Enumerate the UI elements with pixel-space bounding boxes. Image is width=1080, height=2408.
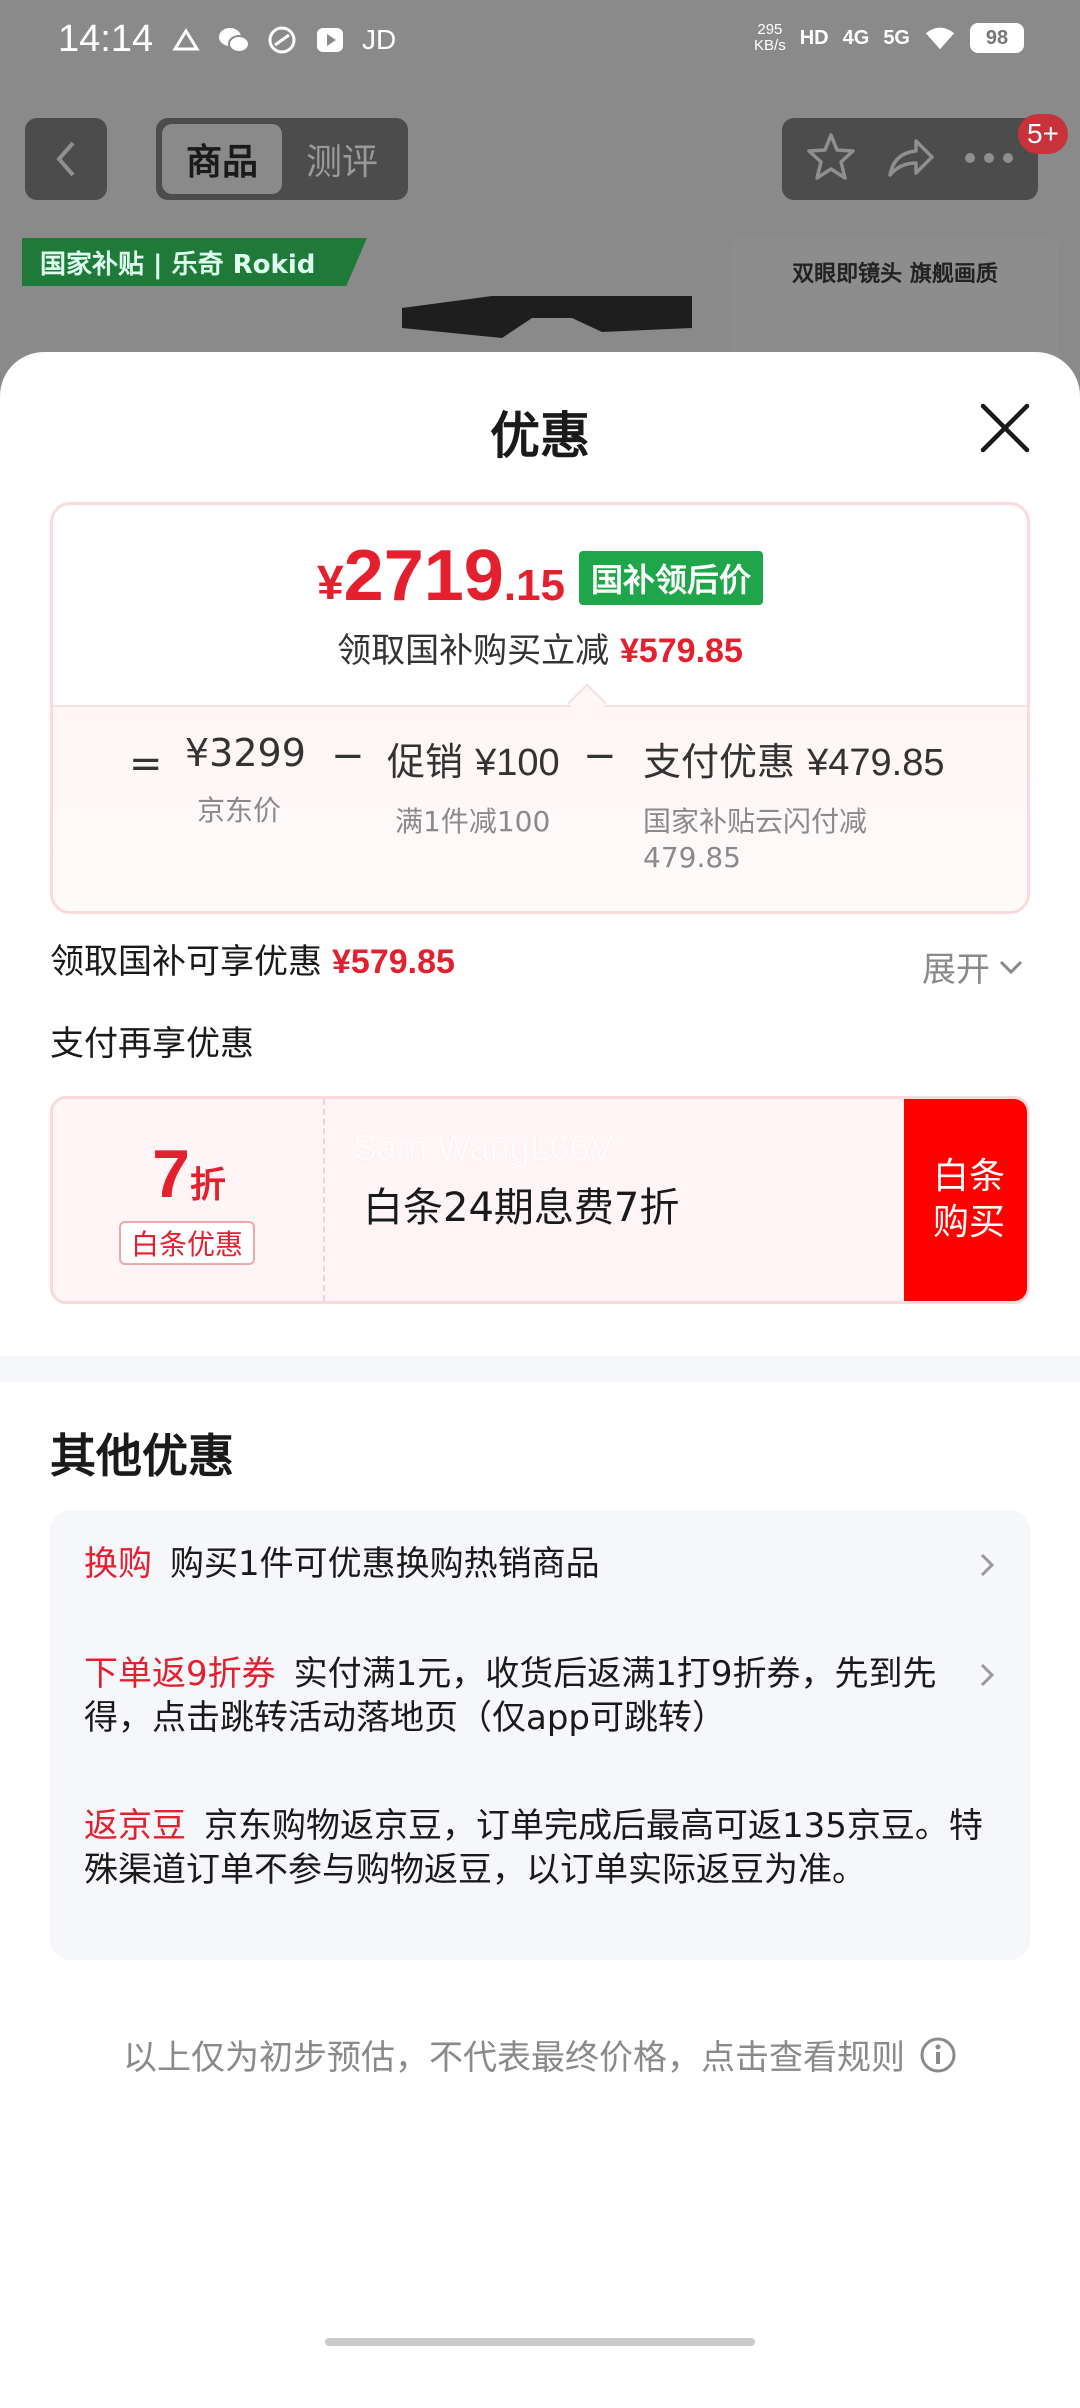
baitiao-buy-button[interactable]: 白条 购买: [904, 1099, 1027, 1301]
background-page: 14:14 JD 295 KB/s HD 4G 5G 98 商品 测评 5+ 国…: [0, 0, 1080, 400]
jd-label: JD: [362, 24, 397, 55]
price-decimal: .15: [503, 561, 566, 610]
baitiao-offer-text: 白条24期息费7折: [363, 1185, 680, 1231]
pay-more-heading: 支付再享优惠: [50, 1024, 254, 1064]
price-summary-card: ¥ 2719 .15 国补领后价 领取国补购买立减 ¥579.85 = ¥329…: [50, 502, 1030, 914]
status-bar: 14:14 JD 295 KB/s HD 4G 5G 98: [0, 0, 1080, 82]
tab-review[interactable]: 测评: [282, 124, 402, 194]
close-icon[interactable]: [975, 398, 1035, 458]
jd-price-item: ¥3299 京东价: [185, 731, 306, 827]
minus-sign: −: [583, 733, 617, 779]
product-tabs: 商品 测评: [156, 118, 408, 200]
price-saving-text: 领取国补购买立减 ¥579.85: [337, 631, 743, 671]
payment-discount-item: 支付优惠 ¥479.85 国家补贴云闪付减 479.85: [643, 740, 945, 874]
more-icon[interactable]: [963, 150, 1015, 169]
price-integer: 2719: [343, 536, 504, 616]
signal-5g-icon: 5G: [883, 26, 910, 49]
subsidy-banner: 国家补贴 | 乐奇 Rokid: [22, 238, 367, 286]
info-icon: [920, 2037, 956, 2072]
minus-sign: −: [331, 733, 365, 779]
saving-amount: ¥579.85: [619, 632, 743, 670]
watermark: Sam.WangL66V: [353, 1127, 614, 1168]
promo-item: 促销 ¥100 满1件减100: [387, 740, 560, 838]
section-divider: [0, 1356, 1080, 1382]
wifi-icon: [924, 22, 956, 54]
price-breakdown: = ¥3299 京东价 − 促销 ¥100 满1件减100 − 支付优惠 ¥47…: [53, 705, 1027, 911]
subsidy-claim-line: 领取国补可享优惠 ¥579.85: [50, 942, 455, 982]
star-icon[interactable]: [805, 131, 857, 187]
signal-4g-icon: 4G: [842, 26, 870, 49]
wechat-icon: [218, 24, 250, 56]
price-disclaimer[interactable]: 以上仅为初步预估，不代表最终价格，点击查看规则: [0, 2030, 1080, 2079]
final-price-section: ¥ 2719 .15 国补领后价 领取国补购买立减 ¥579.85: [53, 505, 1027, 705]
subsidy-price-tag: 国补领后价: [579, 551, 764, 605]
chevron-left-icon: [56, 141, 75, 177]
back-button[interactable]: [25, 118, 107, 200]
status-system-icons: 295 KB/s HD 4G 5G 98: [754, 22, 1024, 54]
chevron-right-icon[interactable]: [972, 1660, 1002, 1690]
tab-goods[interactable]: 商品: [162, 124, 282, 194]
hd-icon: HD: [799, 26, 829, 49]
glasses-image: [402, 296, 692, 338]
share-icon[interactable]: [884, 131, 936, 187]
sheet-title: 优惠: [490, 407, 590, 465]
final-price: ¥ 2719 .15 国补领后价: [53, 536, 1027, 616]
video-icon: [314, 24, 346, 56]
offer-item-coupon[interactable]: 下单返9折券 实付满1元，收货后返满1打9折券，先到先得，点击跳转活动落地页（仅a…: [84, 1652, 984, 1740]
claim-amount: ¥579.85: [332, 943, 455, 981]
expand-button[interactable]: 展开: [922, 942, 1024, 991]
notification-icon: [170, 24, 202, 56]
net-speed: 295 KB/s: [754, 21, 786, 54]
chevron-right-icon[interactable]: [972, 1550, 1002, 1580]
battery-icon: 98: [970, 23, 1024, 53]
other-offers-heading: 其他优惠: [50, 1429, 234, 1483]
home-indicator[interactable]: [325, 2338, 755, 2346]
status-time: 14:14: [58, 18, 154, 60]
offer-item-trade-in[interactable]: 换购 购买1件可优惠换购热销商品: [84, 1542, 984, 1586]
baitiao-offer-card[interactable]: 7折 白条优惠 Sam.WangL66V 白条24期息费7折 白条 购买: [50, 1096, 1030, 1304]
app-icon: [266, 24, 298, 56]
other-offers-list: 换购 购买1件可优惠换购热销商品 下单返9折券 实付满1元，收货后返满1打9折券，先…: [50, 1510, 1030, 1960]
offer-item-jingdou: 返京豆 京东购物返京豆，订单完成后最高可返135京豆。特殊渠道订单不参与购物返豆，…: [84, 1806, 983, 1890]
equals-sign: =: [129, 741, 163, 787]
nav-actions: [782, 118, 1038, 200]
baitiao-discount-badge: 7折 白条优惠: [53, 1099, 325, 1301]
baitiao-label: 白条优惠: [119, 1221, 256, 1265]
discount-sheet: 优惠 ¥ 2719 .15 国补领后价 领取国补购买立减 ¥579.85 = ¥…: [0, 352, 1080, 2408]
status-notification-icons: JD: [170, 24, 396, 56]
chevron-down-icon: [999, 960, 1023, 974]
message-badge: 5+: [1018, 114, 1068, 154]
